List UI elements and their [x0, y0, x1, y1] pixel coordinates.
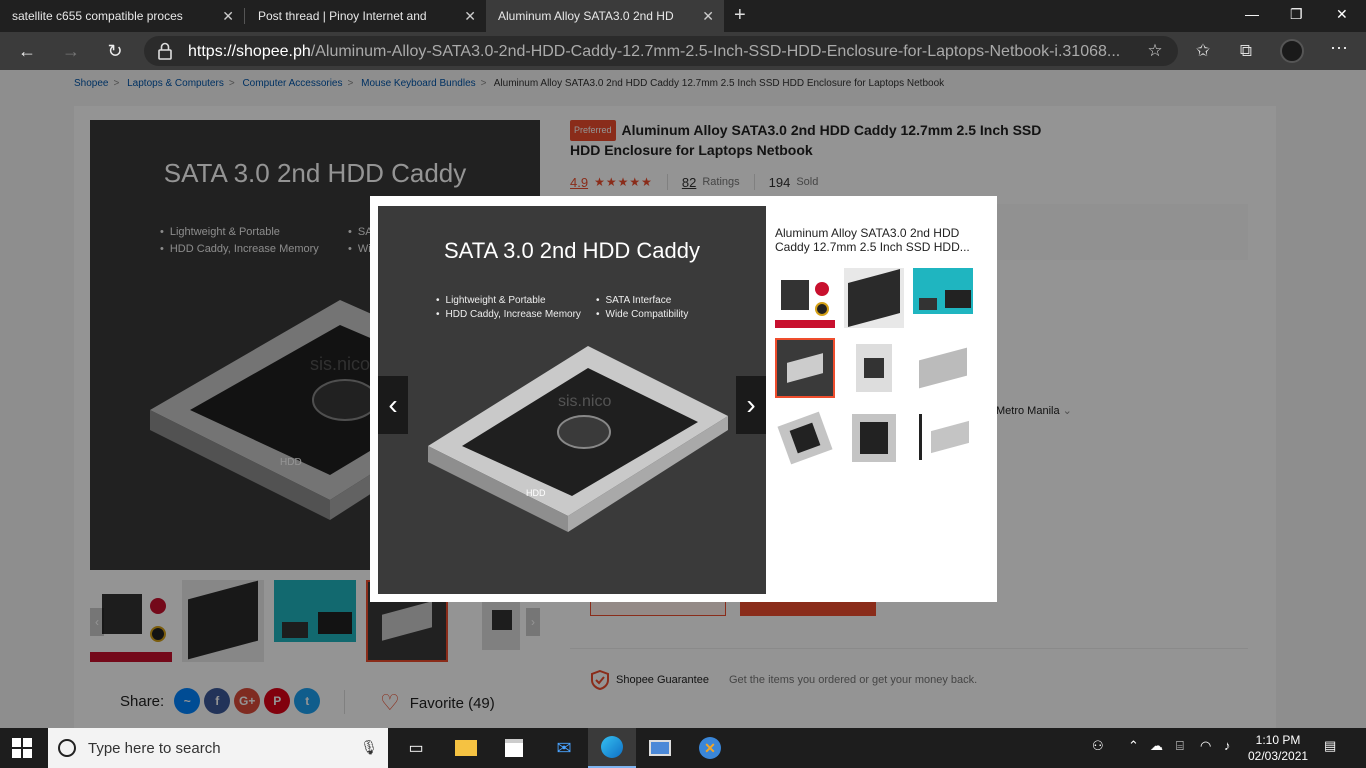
onedrive-icon[interactable]: ☁ [1150, 738, 1163, 754]
modal-thumbnail[interactable] [844, 268, 904, 328]
taskbar-search-input[interactable]: Type here to search 🎙 [48, 728, 388, 768]
cortana-icon [58, 739, 76, 757]
collections-icon[interactable]: ⧉ [1235, 40, 1257, 62]
wifi-icon[interactable]: ◠ [1200, 738, 1211, 754]
chevron-up-icon[interactable]: ⌃ [1128, 738, 1139, 754]
lock-icon [158, 42, 172, 60]
modal-main-image: SATA 3.0 2nd HDD Caddy Lightweight & Por… [378, 206, 766, 594]
restore-icon[interactable]: ❐ [1290, 6, 1303, 23]
watermark: sis.nico [558, 393, 611, 410]
url-host: https://shopee.ph [188, 43, 311, 60]
windows-start-icon[interactable] [12, 738, 32, 758]
mail-icon[interactable]: ✉ [540, 728, 588, 768]
modal-product-title: Aluminum Alloy SATA3.0 2nd HDD Caddy 12.… [775, 226, 970, 254]
microphone-icon[interactable]: 🎙 [360, 739, 378, 756]
tab-title: Post thread | Pinoy Internet and [258, 9, 427, 23]
image-viewer-modal: SATA 3.0 2nd HDD Caddy Lightweight & Por… [370, 196, 997, 602]
volume-icon[interactable]: ♪ [1224, 738, 1231, 753]
tab-title: Aluminum Alloy SATA3.0 2nd HD [498, 9, 674, 23]
forward-icon[interactable]: → [60, 40, 82, 62]
refresh-icon[interactable]: ↻ [104, 40, 126, 62]
modal-next-button[interactable]: › [736, 376, 766, 434]
remote-desktop-icon[interactable] [636, 728, 684, 768]
modal-thumbnail[interactable] [913, 268, 973, 328]
favorites-icon[interactable]: ✩ [1192, 40, 1214, 62]
modal-prev-button[interactable]: ‹ [378, 376, 408, 434]
browser-tab-bar: b satellite c655 compatible proces ✕ ◆ P… [0, 0, 1366, 636]
edge-browser-icon[interactable] [588, 728, 636, 768]
close-tab-icon[interactable]: ✕ [222, 8, 234, 25]
modal-thumbnail-selected[interactable] [775, 338, 835, 398]
close-tab-icon[interactable]: ✕ [464, 8, 476, 25]
notifications-icon[interactable]: ▤ [1324, 738, 1336, 754]
modal-thumbnail[interactable] [775, 408, 835, 468]
clock-date: 02/03/2021 [1248, 749, 1309, 763]
url-path: /Aluminum-Alloy-SATA3.0-2nd-HDD-Caddy-12… [310, 43, 1121, 60]
store-icon[interactable] [490, 728, 538, 768]
network-icon[interactable]: ⌸ [1176, 738, 1184, 754]
shopee-page: Shopee > Laptops & Computers > Computer Ac… [0, 70, 1366, 728]
tools-app-icon[interactable]: ✕ [686, 728, 734, 768]
modal-thumbnail[interactable] [913, 408, 973, 468]
image-features: Lightweight & Portable HDD Caddy, Increa… [436, 294, 581, 322]
back-icon[interactable]: ← [16, 40, 38, 62]
taskbar-clock[interactable]: 1:10 PM 02/03/2021 [1248, 732, 1308, 764]
windows-taskbar: Type here to search 🎙 ▭ ✉ ✕ ⚇ ⌃ ☁ ⌸ ◠ ♪ … [0, 728, 1366, 768]
profile-avatar[interactable] [1280, 39, 1304, 63]
clock-time: 1:10 PM [1255, 733, 1301, 747]
url-field[interactable]: https://shopee.ph/Aluminum-Alloy-SATA3.0… [144, 36, 1178, 66]
search-placeholder: Type here to search [88, 739, 221, 757]
settings-menu-icon[interactable]: ⋯ [1330, 38, 1348, 59]
address-bar: ← → ↻ https://shopee.ph/Aluminum-Alloy-S… [0, 32, 1366, 70]
minimize-icon[interactable]: — [1245, 6, 1259, 22]
hdd-caddy-illustration: HDD sis.nico [428, 346, 728, 532]
modal-thumbnail[interactable] [844, 338, 904, 398]
image-title: SATA 3.0 2nd HDD Caddy [444, 238, 700, 263]
browser-tab-1[interactable]: b satellite c655 compatible proces ✕ [0, 0, 391, 634]
close-window-icon[interactable]: ✕ [1336, 6, 1348, 23]
image-features: SATA Interface Wide Compatibility [596, 294, 689, 322]
caddy-label: HDD [526, 488, 546, 498]
task-view-icon[interactable]: ▭ [392, 728, 440, 768]
file-explorer-icon[interactable] [442, 728, 490, 768]
people-icon[interactable]: ⚇ [1092, 738, 1104, 754]
browser-tab-3[interactable]: S Aluminum Alloy SATA3.0 2nd HD ✕ [486, 0, 882, 636]
close-tab-icon[interactable]: ✕ [702, 8, 714, 25]
new-tab-button[interactable]: + [734, 4, 746, 27]
add-favorite-icon[interactable]: ☆ [1144, 40, 1166, 62]
modal-thumbnail[interactable] [775, 268, 835, 328]
modal-thumbnail[interactable] [844, 408, 904, 468]
tab-title: satellite c655 compatible proces [12, 9, 183, 23]
browser-tab-2[interactable]: ◆ Post thread | Pinoy Internet and ✕ [246, 0, 642, 636]
modal-thumbnail[interactable] [913, 338, 973, 398]
